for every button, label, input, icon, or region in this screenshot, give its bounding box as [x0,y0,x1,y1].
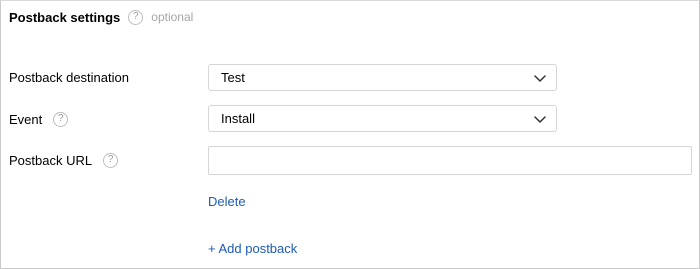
help-icon[interactable]: ? [103,152,119,168]
optional-label: optional [151,10,194,24]
event-value: Install [221,111,255,126]
event-label: Event [9,111,43,127]
chevron-down-icon [534,116,546,123]
url-label-row: Postback URL ? [9,151,119,169]
destination-label: Postback destination [9,69,129,85]
event-select[interactable]: Install [208,105,557,132]
delete-link[interactable]: Delete [208,194,246,209]
add-postback-link[interactable]: + Add postback [208,241,297,256]
section-title: Postback settings [9,9,121,25]
chevron-down-icon [534,75,546,82]
postback-url-input[interactable] [208,146,692,175]
destination-select[interactable]: Test [208,64,557,91]
help-icon[interactable]: ? [128,9,144,25]
destination-label-row: Postback destination [9,68,129,86]
destination-value: Test [221,70,245,85]
section-header: Postback settings ? optional [9,8,193,26]
event-label-row: Event ? [9,110,69,128]
postback-settings-panel: Postback settings ? optional Postback de… [0,0,700,269]
url-label: Postback URL [9,152,93,168]
help-icon[interactable]: ? [53,111,69,127]
